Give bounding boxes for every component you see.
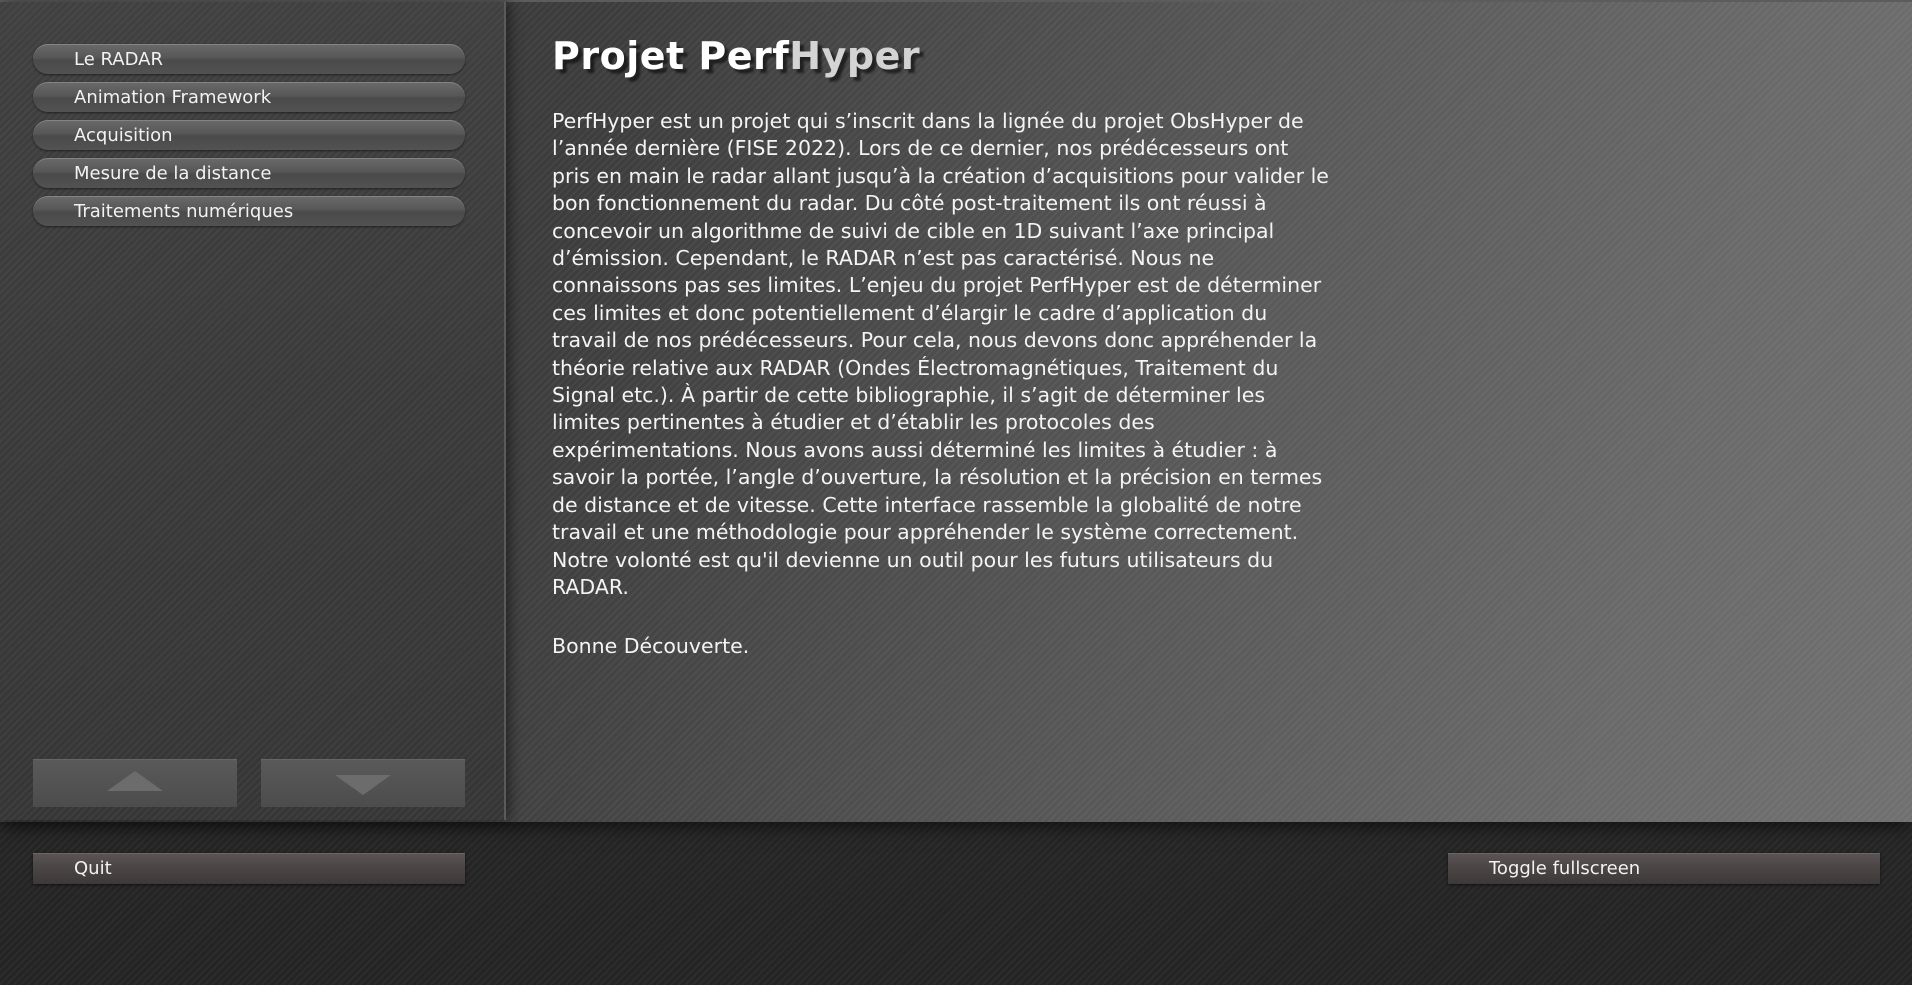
sidebar-item-le-radar[interactable]: Le RADAR <box>33 44 465 74</box>
toggle-fullscreen-button[interactable]: Toggle fullscreen <box>1448 853 1880 884</box>
sidebar-item-label: Mesure de la distance <box>74 162 272 184</box>
sidebar-item-mesure-distance[interactable]: Mesure de la distance <box>33 158 465 188</box>
sidebar-item-acquisition[interactable]: Acquisition <box>33 120 465 150</box>
page-title: Projet PerfHyper <box>552 30 1412 82</box>
closing-text: Bonne Découverte. <box>552 634 750 659</box>
sidebar-nav: Le RADAR Animation Framework Acquisition… <box>33 44 465 234</box>
scroll-down-button[interactable] <box>261 759 465 807</box>
scroll-up-button[interactable] <box>33 759 237 807</box>
triangle-down-icon <box>335 775 391 795</box>
page-title-main: Projet Perf <box>552 34 790 78</box>
quit-button-label: Quit <box>74 858 112 879</box>
page-title-accent: Hyper <box>789 34 921 78</box>
sidebar-item-traitements-numeriques[interactable]: Traitements numériques <box>33 196 465 226</box>
intro-paragraph: PerfHyper est un projet qui s’inscrit da… <box>552 109 1329 599</box>
quit-button[interactable]: Quit <box>33 853 465 884</box>
sidebar-item-label: Traitements numériques <box>74 200 294 222</box>
toggle-fullscreen-label: Toggle fullscreen <box>1489 858 1641 879</box>
sidebar-item-animation-framework[interactable]: Animation Framework <box>33 82 465 112</box>
sidebar-item-label: Le RADAR <box>74 48 163 70</box>
triangle-up-icon <box>107 771 163 791</box>
sidebar-item-label: Animation Framework <box>74 86 272 108</box>
content-panel: Projet PerfHyper PerfHyper est un projet… <box>552 30 1412 660</box>
main-window: Le RADAR Animation Framework Acquisition… <box>0 0 1912 822</box>
sidebar-item-label: Acquisition <box>74 124 173 146</box>
sidebar: Le RADAR Animation Framework Acquisition… <box>0 2 506 820</box>
